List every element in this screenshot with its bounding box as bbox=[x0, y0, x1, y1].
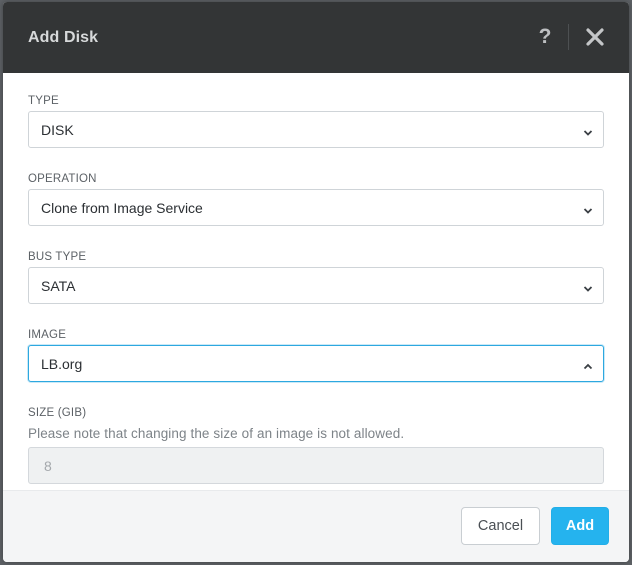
add-disk-dialog: Add Disk ? TYPE DISK OPERATION Clone fro… bbox=[3, 2, 629, 562]
add-button[interactable]: Add bbox=[551, 507, 609, 545]
size-label: SIZE (GIB) bbox=[28, 407, 87, 419]
size-input-value: 8 bbox=[44, 457, 52, 474]
dialog-title: Add Disk bbox=[28, 28, 99, 46]
bus-type-select-value: SATA bbox=[41, 277, 76, 294]
image-select-value: LB.org bbox=[41, 355, 83, 372]
image-select[interactable]: LB.org bbox=[28, 345, 604, 382]
dialog-header: Add Disk ? bbox=[3, 2, 629, 73]
cancel-button[interactable]: Cancel bbox=[461, 507, 540, 545]
chevron-down-icon bbox=[583, 125, 593, 136]
operation-select[interactable]: Clone from Image Service bbox=[28, 189, 604, 226]
dialog-footer: Cancel Add bbox=[3, 490, 629, 562]
dialog-body: TYPE DISK OPERATION Clone from Image Ser… bbox=[3, 73, 629, 491]
bus-type-field: BUS TYPE SATA bbox=[28, 247, 604, 304]
chevron-down-icon bbox=[583, 203, 593, 214]
bus-type-label: BUS TYPE bbox=[28, 251, 87, 263]
type-label: TYPE bbox=[28, 95, 59, 107]
operation-field: OPERATION Clone from Image Service bbox=[28, 169, 604, 226]
operation-select-value: Clone from Image Service bbox=[41, 199, 203, 216]
type-field: TYPE DISK bbox=[28, 91, 604, 148]
chevron-up-icon bbox=[583, 359, 593, 370]
help-icon[interactable]: ? bbox=[536, 24, 554, 50]
size-field: SIZE (GIB) Please note that changing the… bbox=[28, 403, 604, 484]
bus-type-select[interactable]: SATA bbox=[28, 267, 604, 304]
size-note: Please note that changing the size of an… bbox=[28, 426, 405, 441]
chevron-down-icon bbox=[583, 281, 593, 292]
size-input: 8 bbox=[28, 447, 604, 484]
image-label: IMAGE bbox=[28, 329, 67, 341]
image-field: IMAGE LB.org bbox=[28, 325, 604, 382]
type-select[interactable]: DISK bbox=[28, 111, 604, 148]
type-select-value: DISK bbox=[41, 121, 74, 138]
close-icon[interactable] bbox=[586, 27, 604, 47]
operation-label: OPERATION bbox=[28, 173, 97, 185]
header-divider bbox=[568, 24, 569, 50]
